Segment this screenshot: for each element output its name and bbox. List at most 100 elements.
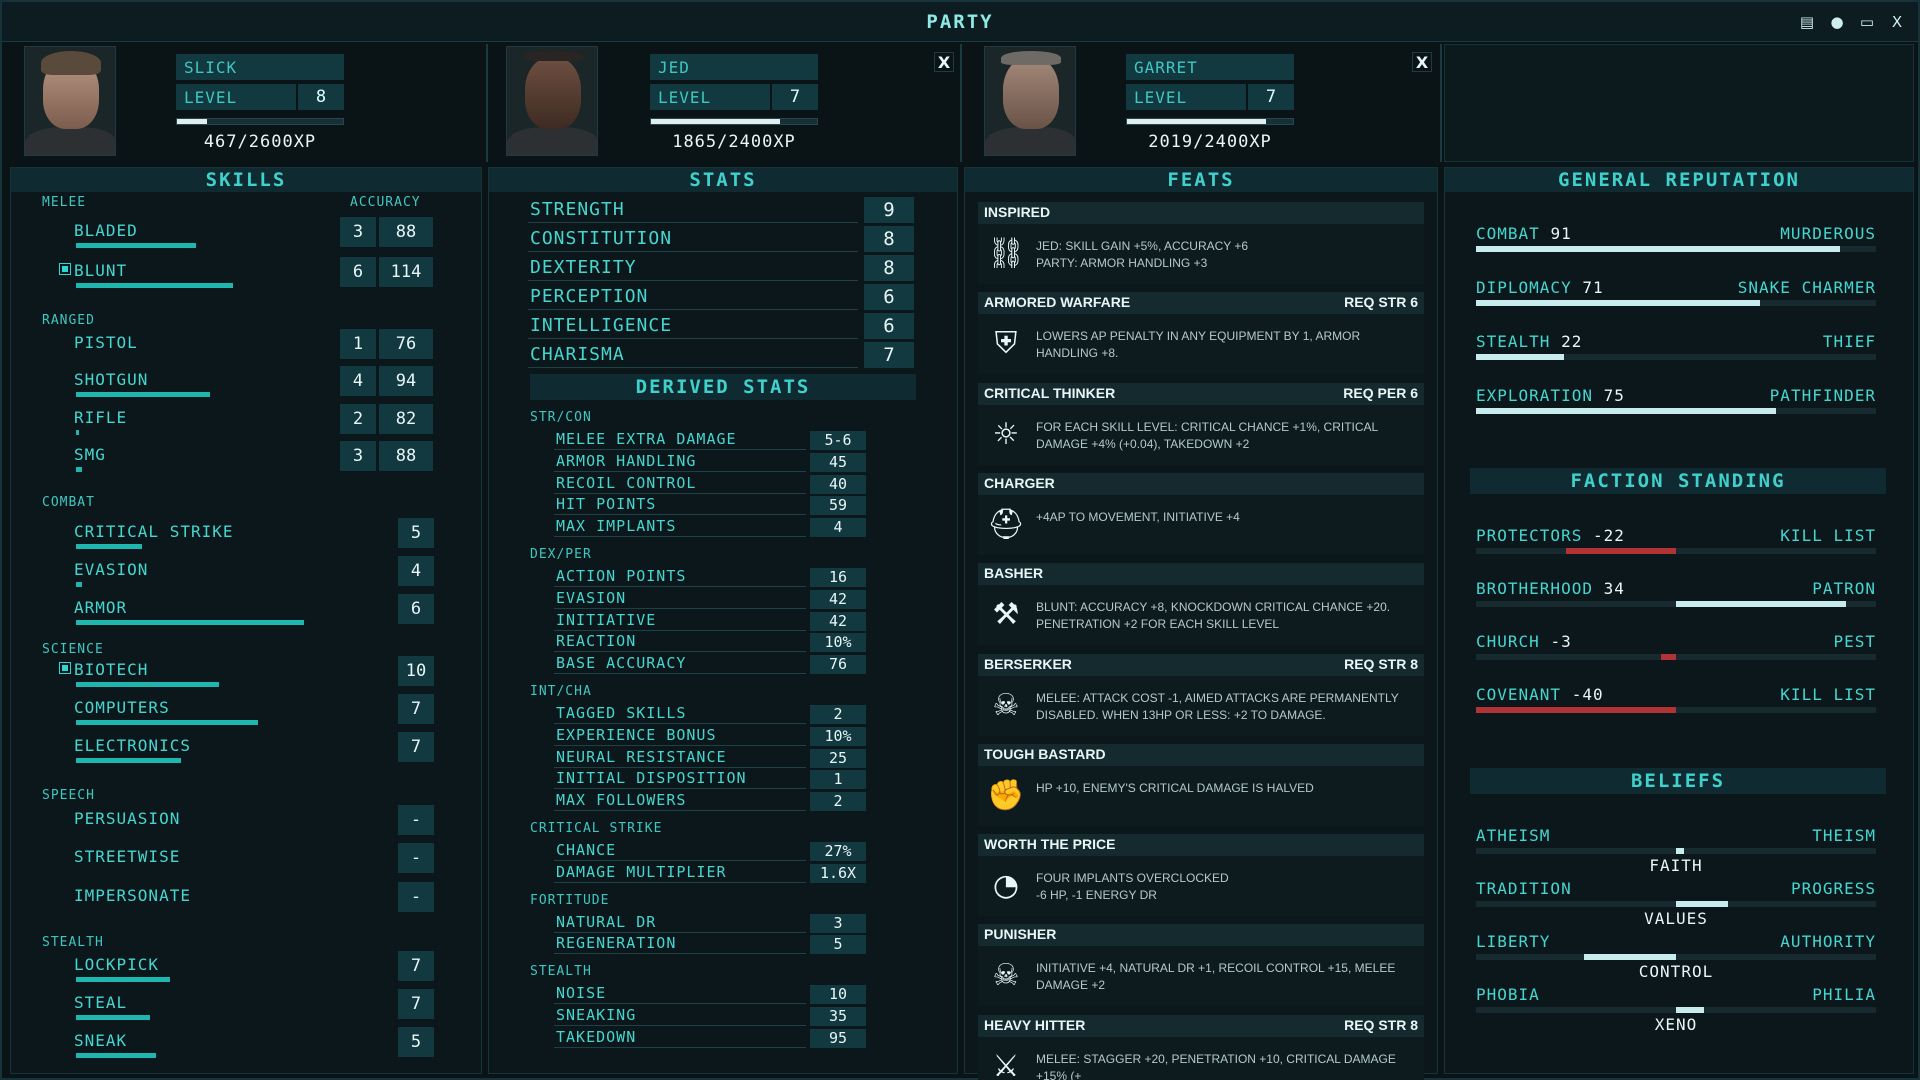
skill-bar — [76, 544, 361, 549]
faction-label: CHURCH -3 — [1476, 632, 1572, 651]
stat-label: DEXTERITY — [528, 255, 858, 281]
skill-row[interactable]: BLADED 3 88 — [64, 217, 454, 251]
level-label: LEVEL — [650, 84, 770, 110]
inventory-icon[interactable]: ▤ — [1796, 11, 1818, 33]
belief-right-label: THEISM — [1812, 826, 1876, 845]
feat-card[interactable]: TOUGH BASTARD ✊ HP +10, ENEMY'S CRITICAL D… — [978, 743, 1424, 826]
skill-row[interactable]: PISTOL 1 76 — [64, 329, 454, 363]
remove-member-button[interactable]: X — [934, 52, 954, 72]
derived-stat-row: MAX FOLLOWERS 2 — [554, 791, 866, 812]
level-label: LEVEL — [1126, 84, 1246, 110]
skill-label: RIFLE — [74, 408, 128, 427]
feat-header: CRITICAL THINKER REQ PER 6 — [978, 382, 1424, 405]
level-value: 7 — [772, 84, 818, 110]
skill-row[interactable]: EVASION 4 — [64, 556, 454, 590]
reputation-value: 71 — [1582, 278, 1604, 297]
portrait-slick[interactable] — [24, 46, 116, 156]
skill-row[interactable]: ELECTRONICS 7 — [64, 732, 454, 766]
party-member-jed[interactable]: JED LEVEL 7 1865/2400XP X — [488, 44, 960, 162]
close-icon[interactable]: X — [1886, 11, 1908, 33]
feat-card[interactable]: BERSERKER REQ STR 8 ☠ MELEE: ATTACK COST -1… — [978, 653, 1424, 736]
skill-row[interactable]: IMPERSONATE - — [64, 882, 454, 916]
derived-stat-value: 1.6x — [810, 863, 866, 883]
reputation-value: 91 — [1550, 224, 1572, 243]
feat-card[interactable]: INSPIRED ⛓ JED: SKILL GAIN +5%, ACCURACY +… — [978, 202, 1424, 284]
skill-value: 7 — [398, 989, 434, 1019]
skill-bar — [76, 682, 361, 687]
feat-body: ☼ FOR EACH SKILL LEVEL: CRITICAL CHANCE +… — [978, 404, 1424, 465]
portrait-garret[interactable] — [984, 46, 1076, 156]
tagged-marker — [59, 662, 71, 674]
skill-label: PERSUASION — [74, 809, 181, 828]
faction-bar — [1476, 654, 1876, 660]
skill-row[interactable]: PERSUASION - — [64, 805, 454, 839]
skill-row[interactable]: LOCKPICK 7 — [64, 951, 454, 985]
skill-value: 5 — [398, 518, 434, 548]
party-member-garret[interactable]: GARRET LEVEL 7 2019/2400XP X — [962, 44, 1438, 162]
feat-card[interactable]: BASHER ⚒ BLUNT: ACCURACY +8, KNOCKDOWN CRI… — [978, 563, 1424, 646]
skill-row[interactable]: RIFLE 2 82 — [64, 404, 454, 438]
portrait-jed[interactable] — [506, 46, 598, 156]
skill-value: 7 — [398, 732, 434, 762]
feat-name: WORTH THE PRICE — [984, 836, 1116, 853]
skill-row[interactable]: BLUNT 6 114 — [59, 257, 454, 291]
skill-bar-fill — [76, 720, 259, 725]
derived-stat-value: 42 — [810, 589, 866, 609]
belief-bar — [1476, 901, 1876, 907]
skill-row[interactable]: SMG 3 88 — [64, 441, 454, 475]
skill-label: BLADED — [74, 221, 138, 240]
skill-value: 4 — [340, 366, 376, 396]
skill-row[interactable]: SNEAK 5 — [64, 1027, 454, 1061]
skill-value: - — [398, 843, 434, 873]
feat-card[interactable]: CRITICAL THINKER REQ PER 6 ☼ FOR EACH SKILL… — [978, 382, 1424, 465]
feat-card[interactable]: PUNISHER ☠ INITIATIVE +4, NATURAL DR +1, R… — [978, 924, 1424, 1007]
reputation-bar-fill — [1476, 300, 1760, 306]
derived-stat-row: ARMOR HANDLING 45 — [554, 452, 866, 472]
skill-accuracy: 114 — [379, 257, 433, 287]
derived-stat-row: HIT POINTS 59 — [554, 495, 866, 516]
skill-row[interactable]: ARMOR 6 — [64, 594, 454, 628]
skill-row[interactable]: SHOTGUN 4 94 — [64, 366, 454, 400]
skill-bar — [76, 355, 361, 360]
skill-label: SMG — [74, 445, 106, 464]
skill-category: COMBAT — [42, 495, 95, 510]
character-icon[interactable]: ● — [1826, 11, 1848, 33]
derived-stat-row: MAX IMPLANTS 4 — [554, 517, 866, 538]
party-member-slick[interactable]: SLICK LEVEL 8 467/2600XP — [10, 44, 486, 162]
skill-bar-fill — [76, 1015, 151, 1020]
feat-name: INSPIRED — [984, 204, 1051, 220]
feat-card[interactable]: HEAVY HITTER REQ STR 8 ⚔ MELEE: STAGGER +20… — [978, 1014, 1424, 1080]
faction-row: CHURCH -3 PEST — [1476, 632, 1876, 672]
reputation-bar — [1476, 246, 1876, 252]
gauge-icon: ◔ — [992, 868, 1020, 904]
faction-name: BROTHERHOOD — [1476, 579, 1593, 598]
skill-row[interactable]: BIOTECH 10 — [59, 656, 454, 690]
stat-label: CONSTITUTION — [528, 226, 858, 252]
feat-description: HP +10, ENEMY'S CRITICAL DAMAGE IS HALVE… — [1036, 780, 1314, 795]
feat-card[interactable]: ARMORED WARFARE REQ STR 6 ⛨ LOWERS AP PENAL… — [978, 292, 1424, 375]
empty-party-slot[interactable] — [1444, 44, 1914, 162]
reputation-label: DIPLOMACY 71 — [1476, 278, 1604, 297]
skill-bar — [76, 831, 361, 836]
skill-bar-fill — [76, 758, 182, 763]
skill-row[interactable]: COMPUTERS 7 — [64, 694, 454, 728]
derived-stat-label: EXPERIENCE BONUS — [554, 726, 806, 746]
skill-row[interactable]: STEAL 7 — [64, 989, 454, 1023]
remove-member-button[interactable]: X — [1412, 52, 1432, 72]
skill-row[interactable]: STREETWISE - — [64, 843, 454, 877]
xp-bar — [650, 118, 818, 125]
derived-stat-value: 10% — [810, 726, 866, 746]
faction-value: -3 — [1550, 632, 1572, 651]
belief-bar-fill — [1584, 954, 1676, 960]
stat-value: 6 — [864, 284, 914, 310]
skill-bar — [76, 467, 361, 472]
accuracy-header: ACCURACY — [350, 195, 421, 210]
reputation-bar-fill — [1476, 354, 1564, 360]
feat-card[interactable]: CHARGER ⛑ +4AP TO MOVEMENT, INITIATIVE +4 — [978, 472, 1424, 555]
skill-bar — [76, 430, 361, 435]
monitor-icon[interactable]: ▭ — [1856, 11, 1878, 33]
feat-card[interactable]: WORTH THE PRICE ◔ FOUR IMPLANTS OVERCLOCKE… — [978, 834, 1424, 917]
skill-row[interactable]: CRITICAL STRIKE 5 — [64, 518, 454, 552]
derived-stat-label: NEURAL RESISTANCE — [554, 748, 806, 768]
derived-stat-label: DAMAGE MULTIPLIER — [554, 863, 806, 883]
